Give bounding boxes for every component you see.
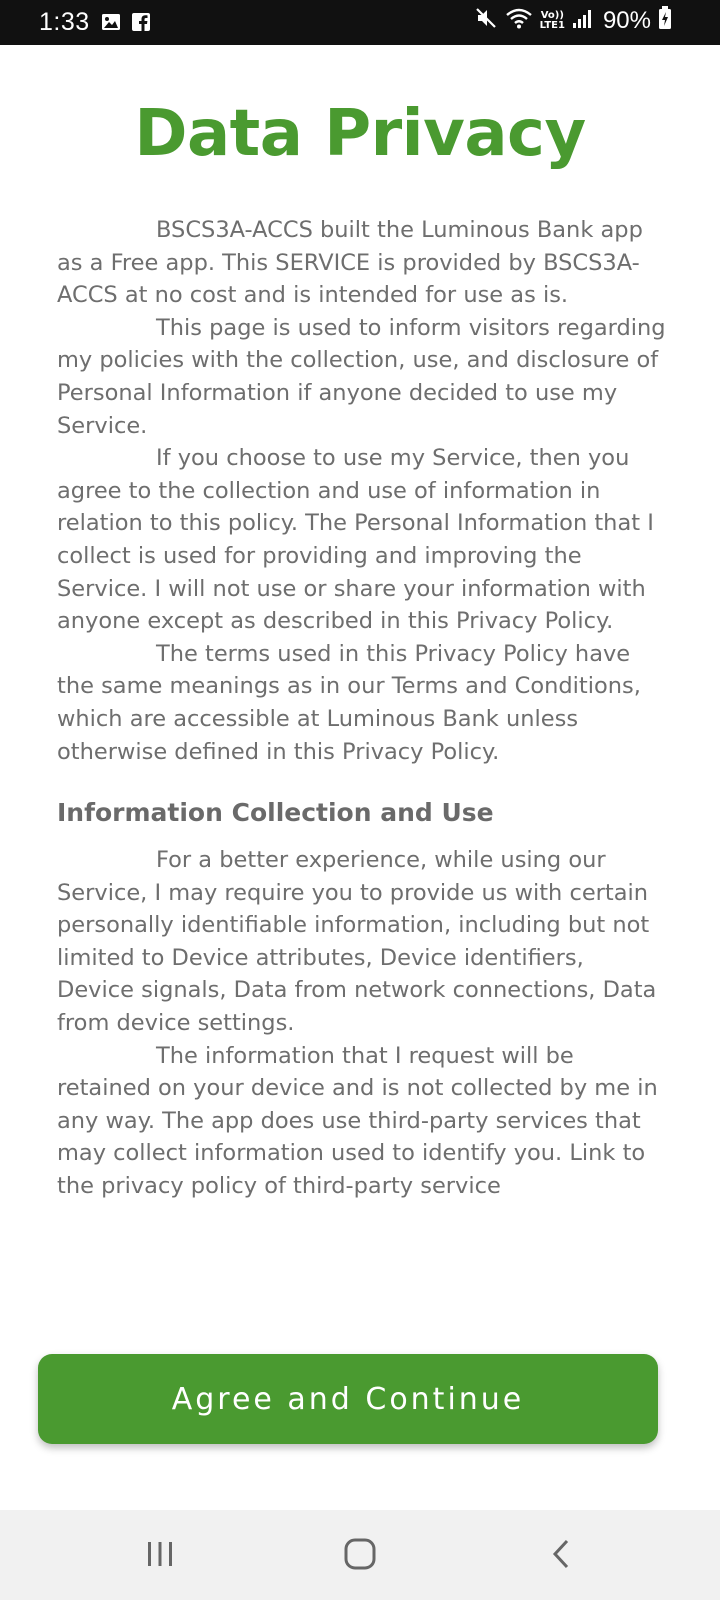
volte-label: Vo)) (540, 9, 564, 21)
status-bar: 1:33 Vo)) LTE1 90% (0, 0, 720, 45)
back-icon (547, 1539, 577, 1573)
facebook-icon (131, 12, 151, 37)
gallery-icon (101, 12, 121, 37)
status-right: Vo)) LTE1 90% (474, 6, 672, 35)
wifi-icon (505, 6, 533, 35)
mute-icon (474, 6, 498, 35)
battery-charging-icon (658, 6, 672, 35)
policy-paragraph: This page is used to inform visitors reg… (57, 314, 666, 439)
status-time: 1:33 (39, 8, 90, 36)
signal-icon (572, 7, 594, 34)
battery-percent: 90% (602, 6, 651, 34)
home-button[interactable] (338, 1534, 382, 1578)
page-title: Data Privacy (134, 97, 586, 171)
back-button[interactable] (540, 1534, 584, 1578)
lte-label: LTE1 (539, 19, 565, 31)
policy-paragraph: The terms used in this Privacy Policy ha… (57, 640, 641, 765)
recents-button[interactable] (138, 1534, 182, 1578)
policy-paragraph: If you choose to use my Service, then yo… (57, 445, 654, 635)
lte-indicator: Vo)) LTE1 (539, 9, 565, 31)
status-left-icons (101, 12, 151, 37)
agree-and-continue-button[interactable]: Agree and Continue (38, 1354, 658, 1444)
policy-paragraph: For a better experience, while using our… (57, 847, 657, 1037)
recents-icon (145, 1539, 175, 1573)
policy-paragraph: The information that I request will be r… (57, 1042, 658, 1200)
policy-paragraph: BSCS3A-ACCS built the Luminous Bank app … (57, 217, 643, 309)
privacy-content[interactable]: Data Privacy BSCS3A-ACCS built the Lumin… (0, 45, 720, 1322)
policy-text: BSCS3A-ACCS built the Luminous Bank app … (57, 214, 667, 1203)
home-icon (343, 1537, 377, 1575)
navigation-bar (0, 1510, 720, 1600)
section-heading: Information Collection and Use (57, 798, 494, 828)
